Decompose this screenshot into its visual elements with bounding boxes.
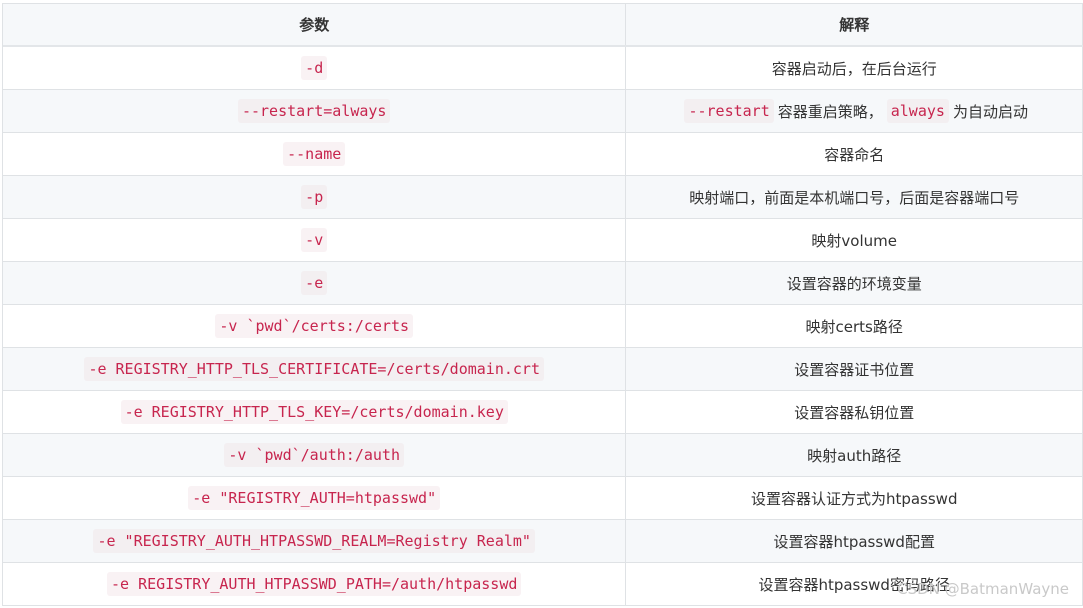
param-code: -e "REGISTRY_AUTH_HTPASSWD_REALM=Registr…	[93, 529, 535, 553]
desc-cell: 映射端口，前面是本机端口号，后面是容器端口号	[626, 176, 1083, 219]
param-code: --restart=always	[237, 99, 391, 123]
param-code: -d	[301, 56, 328, 80]
desc-cell: 设置容器htpasswd配置	[626, 520, 1083, 563]
param-cell: -e REGISTRY_HTTP_TLS_CERTIFICATE=/certs/…	[3, 348, 627, 391]
desc-cell: 映射auth路径	[626, 434, 1083, 477]
table-row: -e "REGISTRY_AUTH_HTPASSWD_REALM=Registr…	[3, 520, 1083, 563]
param-cell: -v	[3, 219, 627, 262]
param-cell: -v `pwd`/auth:/auth	[3, 434, 627, 477]
desc-code: always	[886, 99, 949, 123]
watermark: CSDN @BatmanWayne	[897, 580, 1069, 598]
desc-cell: 映射volume	[626, 219, 1083, 262]
param-code: -e "REGISTRY_AUTH=htpasswd"	[188, 486, 441, 510]
param-cell: --restart=always	[3, 90, 627, 133]
desc-cell: 容器启动后，在后台运行	[626, 47, 1083, 90]
table-row: -d 容器启动后，在后台运行	[3, 47, 1083, 90]
param-cell: -p	[3, 176, 627, 219]
param-code: -v `pwd`/auth:/auth	[224, 443, 404, 467]
desc-text: 为自动启动	[952, 102, 1028, 121]
param-code: --name	[283, 142, 346, 166]
table-row: -e REGISTRY_HTTP_TLS_KEY=/certs/domain.k…	[3, 391, 1083, 434]
param-code: -p	[301, 185, 328, 209]
param-cell: -v `pwd`/certs:/certs	[3, 305, 627, 348]
param-code: -v `pwd`/certs:/certs	[215, 314, 414, 338]
param-code: -e	[301, 271, 328, 295]
param-cell: -e REGISTRY_AUTH_HTPASSWD_PATH=/auth/htp…	[3, 563, 627, 606]
param-cell: -e "REGISTRY_AUTH_HTPASSWD_REALM=Registr…	[3, 520, 627, 563]
param-cell: --name	[3, 133, 627, 176]
desc-code: --restart	[684, 99, 774, 123]
table-row: -e "REGISTRY_AUTH=htpasswd" 设置容器认证方式为htp…	[3, 477, 1083, 520]
table-row: -v 映射volume	[3, 219, 1083, 262]
table-row: --name 容器命名	[3, 133, 1083, 176]
desc-cell: 设置容器认证方式为htpasswd	[626, 477, 1083, 520]
param-code: -e REGISTRY_HTTP_TLS_KEY=/certs/domain.k…	[120, 400, 508, 424]
param-cell: -e	[3, 262, 627, 305]
desc-cell: 映射certs路径	[626, 305, 1083, 348]
table-row: -v `pwd`/certs:/certs 映射certs路径	[3, 305, 1083, 348]
param-code: -e REGISTRY_AUTH_HTPASSWD_PATH=/auth/htp…	[107, 572, 522, 596]
header-desc: 解释	[626, 4, 1083, 45]
table-row: -e REGISTRY_HTTP_TLS_CERTIFICATE=/certs/…	[3, 348, 1083, 391]
desc-text: 容器重启策略，	[777, 102, 883, 121]
desc-cell: 设置容器证书位置	[626, 348, 1083, 391]
desc-cell: 设置容器的环境变量	[626, 262, 1083, 305]
table-row: -p 映射端口，前面是本机端口号，后面是容器端口号	[3, 176, 1083, 219]
param-cell: -e REGISTRY_HTTP_TLS_KEY=/certs/domain.k…	[3, 391, 627, 434]
desc-cell: 设置容器私钥位置	[626, 391, 1083, 434]
param-cell: -e "REGISTRY_AUTH=htpasswd"	[3, 477, 627, 520]
param-code: -v	[301, 228, 328, 252]
parameter-table: 参数 解释 -d 容器启动后，在后台运行 --restart=always --…	[2, 3, 1083, 606]
desc-cell: 容器命名	[626, 133, 1083, 176]
param-cell: -d	[3, 47, 627, 90]
desc-cell: --restart 容器重启策略， always 为自动启动	[626, 90, 1083, 133]
param-code: -e REGISTRY_HTTP_TLS_CERTIFICATE=/certs/…	[84, 357, 544, 381]
header-param: 参数	[3, 4, 627, 45]
table-row: --restart=always --restart 容器重启策略， always 为…	[3, 90, 1083, 133]
table-row: -v `pwd`/auth:/auth 映射auth路径	[3, 434, 1083, 477]
table-row: -e 设置容器的环境变量	[3, 262, 1083, 305]
table-header-row: 参数 解释	[3, 4, 1083, 47]
